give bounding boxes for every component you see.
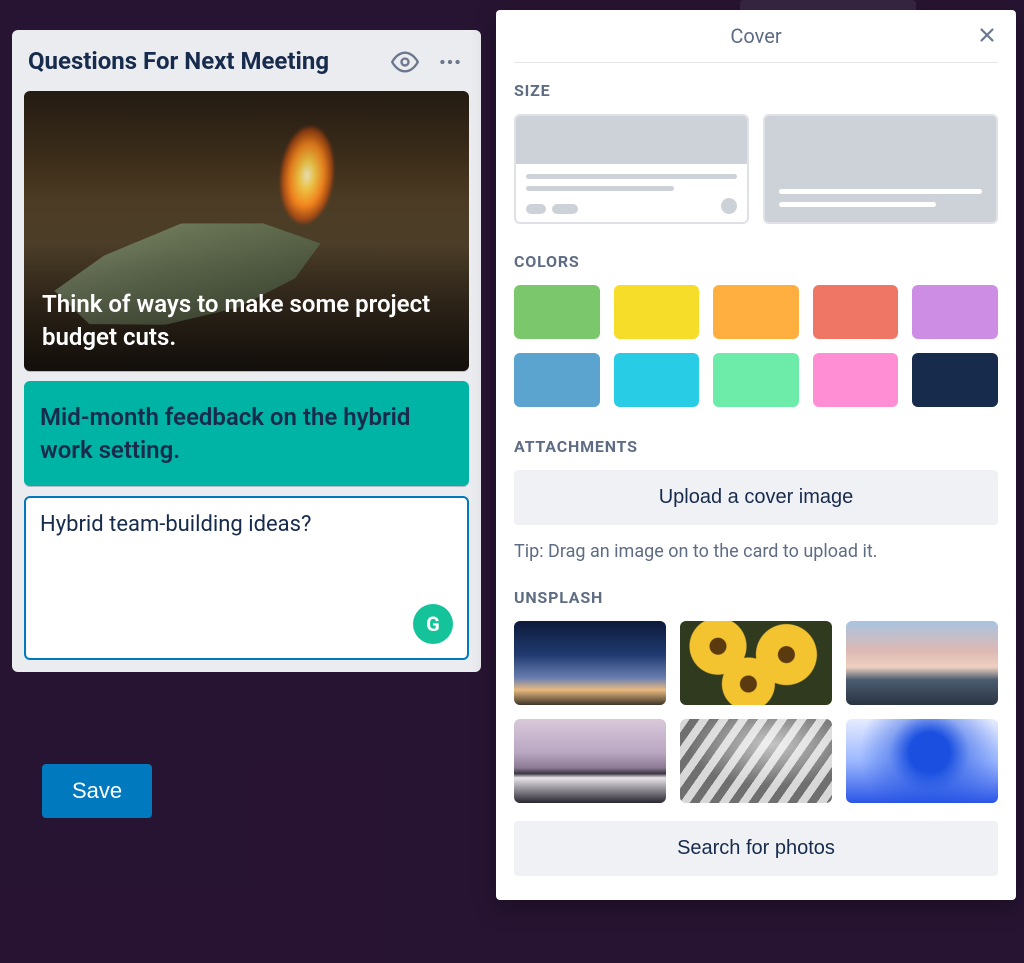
unsplash-thumb-pink-sunset-sea[interactable] [846,621,998,705]
new-card-composer[interactable]: Hybrid team-building ideas? G [24,496,469,660]
grammarly-icon[interactable]: G [413,604,453,644]
colors-grid [514,285,998,407]
list-header: Questions For Next Meeting [24,42,469,91]
color-swatch-5[interactable] [514,353,600,407]
size-section-label: SIZE [514,81,998,100]
card-title: Think of ways to make some project budge… [42,288,451,353]
color-swatch-3[interactable] [813,285,899,339]
unsplash-section-label: UNSPLASH [514,588,998,607]
unsplash-thumb-sunflowers[interactable] [680,621,832,705]
save-button[interactable]: Save [42,764,152,818]
unsplash-thumb-night-sky[interactable] [514,621,666,705]
upload-tip: Tip: Drag an image on to the card to upl… [514,541,998,562]
color-swatch-1[interactable] [614,285,700,339]
colors-section-label: COLORS [514,252,998,271]
cover-popover: Cover SIZE COLORS ATTACHMENTS Upload a c… [496,10,1016,900]
unsplash-grid [514,621,998,803]
card-with-cover[interactable]: Think of ways to make some project budge… [24,91,469,371]
color-swatch-7[interactable] [713,353,799,407]
size-option-full[interactable] [763,114,998,224]
color-swatch-0[interactable] [514,285,600,339]
unsplash-thumb-blue-ink-water[interactable] [846,719,998,803]
attachments-section-label: ATTACHMENTS [514,437,998,456]
new-card-text[interactable]: Hybrid team-building ideas? [40,512,453,537]
close-icon[interactable] [976,24,998,50]
size-options [514,114,998,224]
cover-title: Cover [730,24,781,48]
upload-cover-button[interactable]: Upload a cover image [514,470,998,525]
color-swatch-2[interactable] [713,285,799,339]
card-cover-image: Think of ways to make some project budge… [24,91,469,371]
unsplash-thumb-snow-mountain[interactable] [514,719,666,803]
color-swatch-8[interactable] [813,353,899,407]
color-swatch-9[interactable] [912,353,998,407]
list-title[interactable]: Questions For Next Meeting [28,46,391,77]
list-header-icons [391,46,463,76]
color-swatch-6[interactable] [614,353,700,407]
cover-header: Cover [514,24,998,63]
search-photos-button[interactable]: Search for photos [514,821,998,876]
color-swatch-4[interactable] [912,285,998,339]
size-option-header[interactable] [514,114,749,224]
watch-icon[interactable] [391,48,419,76]
more-icon[interactable] [437,49,463,75]
list-column: Questions For Next Meeting Think of ways… [12,30,481,672]
card-teal[interactable]: Mid-month feedback on the hybrid work se… [24,381,469,486]
card-title: Mid-month feedback on the hybrid work se… [40,401,453,466]
unsplash-thumb-architecture-curves[interactable] [680,719,832,803]
